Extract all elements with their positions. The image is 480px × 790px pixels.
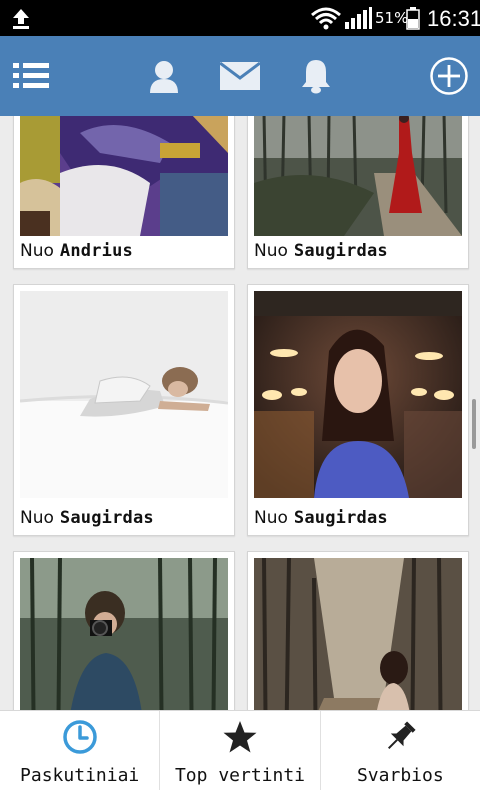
profile-icon — [150, 61, 178, 93]
add-button[interactable] — [424, 36, 474, 116]
photo-thumbnail[interactable] — [20, 558, 228, 710]
tab-label: Top vertinti — [174, 765, 306, 786]
photo-caption: Nuo Saugirdas — [20, 501, 230, 535]
photo-card[interactable]: Nuo Saugirdas — [247, 284, 469, 536]
author-name[interactable]: Saugirdas — [60, 508, 154, 528]
wifi-icon — [311, 7, 341, 30]
clock-time: 16:31 — [427, 6, 480, 31]
photo-caption: Nuo Saugirdas — [254, 234, 464, 268]
menu-button[interactable] — [8, 36, 54, 116]
battery-icon — [406, 7, 420, 30]
photo-thumbnail[interactable] — [254, 291, 462, 498]
scroll-indicator — [472, 399, 476, 449]
photo-card[interactable] — [247, 551, 469, 710]
caption-prefix: Nuo — [254, 508, 288, 528]
tab-label: Paskutiniai — [20, 765, 140, 786]
tab-top-rated[interactable]: Top vertinti — [160, 711, 321, 790]
profile-button[interactable] — [140, 36, 188, 116]
signal-icon — [345, 7, 372, 29]
photo-card[interactable]: Nuo Saugirdas — [13, 284, 235, 536]
photo-feed[interactable]: Nuo Andrius Nuo Saugirdas Nuo Saugirdas … — [0, 116, 480, 710]
notifications-button[interactable] — [292, 36, 340, 116]
photo-thumbnail[interactable] — [20, 291, 228, 498]
photo-thumbnail[interactable] — [20, 116, 228, 236]
photo-caption: Nuo Saugirdas — [254, 501, 464, 535]
mail-icon — [220, 62, 260, 90]
caption-prefix: Nuo — [20, 241, 54, 261]
status-bar: 51% 16:31 — [0, 0, 480, 36]
author-name[interactable]: Saugirdas — [294, 508, 388, 528]
tab-label: Svarbios — [356, 765, 444, 786]
tab-important[interactable]: Svarbios — [321, 711, 480, 790]
photo-thumbnail[interactable] — [254, 558, 462, 710]
photo-thumbnail[interactable] — [254, 116, 462, 236]
caption-prefix: Nuo — [254, 241, 288, 261]
battery-percent: 51% — [375, 9, 409, 27]
caption-prefix: Nuo — [20, 508, 54, 528]
bottom-tab-bar: Paskutiniai Top vertinti Svarbios — [0, 710, 480, 790]
bell-icon — [302, 60, 330, 94]
action-bar — [0, 36, 480, 116]
author-name[interactable]: Saugirdas — [294, 241, 388, 261]
mail-button[interactable] — [216, 36, 264, 116]
tab-recent[interactable]: Paskutiniai — [0, 711, 161, 790]
menu-icon — [13, 63, 49, 88]
photo-caption: Nuo Andrius — [20, 234, 230, 268]
clock-icon — [62, 720, 97, 754]
star-icon — [223, 721, 257, 753]
upload-icon — [13, 9, 29, 29]
photo-card[interactable] — [13, 551, 235, 710]
pin-icon — [388, 721, 416, 750]
photo-card[interactable]: Nuo Saugirdas — [247, 116, 469, 269]
add-icon — [430, 57, 468, 95]
photo-card[interactable]: Nuo Andrius — [13, 116, 235, 269]
author-name[interactable]: Andrius — [60, 241, 133, 261]
